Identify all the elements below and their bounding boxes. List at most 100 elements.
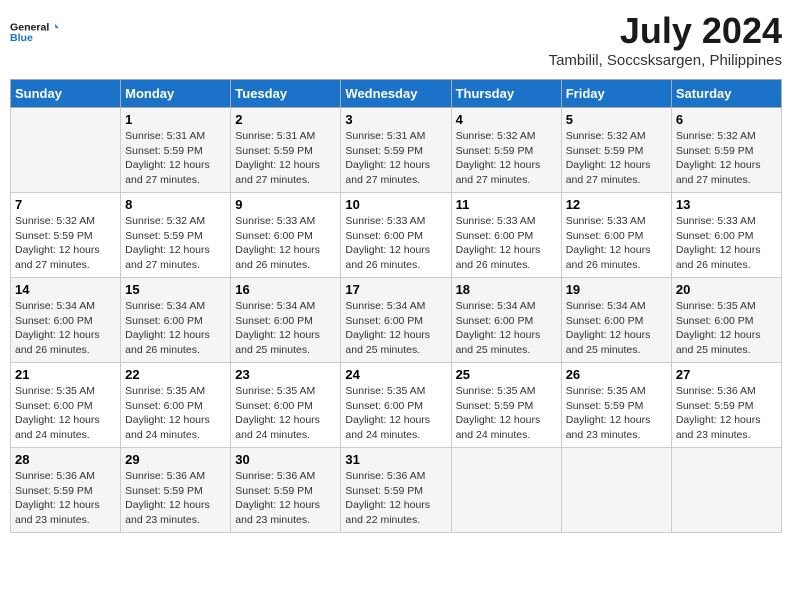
calendar-cell: 2 Sunrise: 5:31 AM Sunset: 5:59 PM Daylig…: [231, 108, 341, 193]
calendar-cell: 27 Sunrise: 5:36 AM Sunset: 5:59 PM Dayli…: [671, 363, 781, 448]
day-number: 14: [15, 282, 116, 297]
calendar-cell: 19 Sunrise: 5:34 AM Sunset: 6:00 PM Dayli…: [561, 278, 671, 363]
day-detail: Sunrise: 5:32 AM Sunset: 5:59 PM Dayligh…: [15, 214, 116, 273]
calendar-cell: [451, 448, 561, 533]
day-detail: Sunrise: 5:32 AM Sunset: 5:59 PM Dayligh…: [566, 129, 667, 188]
col-header-saturday: Saturday: [671, 80, 781, 108]
day-detail: Sunrise: 5:36 AM Sunset: 5:59 PM Dayligh…: [345, 469, 446, 528]
day-number: 20: [676, 282, 777, 297]
day-number: 10: [345, 197, 446, 212]
day-detail: Sunrise: 5:36 AM Sunset: 5:59 PM Dayligh…: [676, 384, 777, 443]
day-number: 2: [235, 112, 336, 127]
day-number: 26: [566, 367, 667, 382]
day-number: 16: [235, 282, 336, 297]
day-number: 13: [676, 197, 777, 212]
calendar-cell: 22 Sunrise: 5:35 AM Sunset: 6:00 PM Dayli…: [121, 363, 231, 448]
day-number: 9: [235, 197, 336, 212]
col-header-sunday: Sunday: [11, 80, 121, 108]
calendar-cell: 10 Sunrise: 5:33 AM Sunset: 6:00 PM Dayli…: [341, 193, 451, 278]
day-number: 21: [15, 367, 116, 382]
calendar-cell: 12Sunrise: 5:33 AM Sunset: 6:00 PM Dayli…: [561, 193, 671, 278]
day-detail: Sunrise: 5:33 AM Sunset: 6:00 PM Dayligh…: [676, 214, 777, 273]
day-number: 19: [566, 282, 667, 297]
calendar-cell: 23 Sunrise: 5:35 AM Sunset: 6:00 PM Dayli…: [231, 363, 341, 448]
calendar-cell: 18Sunrise: 5:34 AM Sunset: 6:00 PM Dayli…: [451, 278, 561, 363]
calendar-cell: [671, 448, 781, 533]
week-row-2: 7 Sunrise: 5:32 AM Sunset: 5:59 PM Daylig…: [11, 193, 782, 278]
day-number: 17: [345, 282, 446, 297]
title-block: July 2024 Tambilil, Soccsksargen, Philip…: [549, 10, 782, 69]
day-number: 31: [345, 452, 446, 467]
calendar-cell: [561, 448, 671, 533]
col-header-friday: Friday: [561, 80, 671, 108]
header-row: SundayMondayTuesdayWednesdayThursdayFrid…: [11, 80, 782, 108]
day-number: 24: [345, 367, 446, 382]
week-row-5: 28 Sunrise: 5:36 AM Sunset: 5:59 PM Dayli…: [11, 448, 782, 533]
calendar-cell: 8 Sunrise: 5:32 AM Sunset: 5:59 PM Daylig…: [121, 193, 231, 278]
calendar-cell: 21 Sunrise: 5:35 AM Sunset: 6:00 PM Dayli…: [11, 363, 121, 448]
day-number: 28: [15, 452, 116, 467]
day-number: 7: [15, 197, 116, 212]
calendar-cell: 25Sunrise: 5:35 AM Sunset: 5:59 PM Dayli…: [451, 363, 561, 448]
calendar-cell: [11, 108, 121, 193]
day-number: 8: [125, 197, 226, 212]
col-header-wednesday: Wednesday: [341, 80, 451, 108]
calendar-cell: 1 Sunrise: 5:31 AM Sunset: 5:59 PM Daylig…: [121, 108, 231, 193]
calendar-cell: 7 Sunrise: 5:32 AM Sunset: 5:59 PM Daylig…: [11, 193, 121, 278]
day-detail: Sunrise: 5:35 AM Sunset: 6:00 PM Dayligh…: [15, 384, 116, 443]
calendar-cell: 6Sunrise: 5:32 AM Sunset: 5:59 PM Daylig…: [671, 108, 781, 193]
calendar-cell: 29 Sunrise: 5:36 AM Sunset: 5:59 PM Dayli…: [121, 448, 231, 533]
day-number: 25: [456, 367, 557, 382]
calendar-cell: 9 Sunrise: 5:33 AM Sunset: 6:00 PM Daylig…: [231, 193, 341, 278]
day-detail: Sunrise: 5:34 AM Sunset: 6:00 PM Dayligh…: [345, 299, 446, 358]
day-number: 22: [125, 367, 226, 382]
week-row-1: 1 Sunrise: 5:31 AM Sunset: 5:59 PM Daylig…: [11, 108, 782, 193]
day-number: 1: [125, 112, 226, 127]
day-number: 3: [345, 112, 446, 127]
calendar-cell: 5Sunrise: 5:32 AM Sunset: 5:59 PM Daylig…: [561, 108, 671, 193]
day-detail: Sunrise: 5:33 AM Sunset: 6:00 PM Dayligh…: [566, 214, 667, 273]
calendar-cell: 14Sunrise: 5:34 AM Sunset: 6:00 PM Dayli…: [11, 278, 121, 363]
day-number: 30: [235, 452, 336, 467]
day-detail: Sunrise: 5:34 AM Sunset: 6:00 PM Dayligh…: [566, 299, 667, 358]
day-detail: Sunrise: 5:34 AM Sunset: 6:00 PM Dayligh…: [125, 299, 226, 358]
main-title: July 2024: [549, 10, 782, 52]
day-detail: Sunrise: 5:36 AM Sunset: 5:59 PM Dayligh…: [15, 469, 116, 528]
col-header-thursday: Thursday: [451, 80, 561, 108]
day-detail: Sunrise: 5:33 AM Sunset: 6:00 PM Dayligh…: [235, 214, 336, 273]
day-detail: Sunrise: 5:36 AM Sunset: 5:59 PM Dayligh…: [125, 469, 226, 528]
calendar-cell: 28 Sunrise: 5:36 AM Sunset: 5:59 PM Dayli…: [11, 448, 121, 533]
week-row-3: 14 Sunrise: 5:34 AM Sunset: 6:00 PM Dayli…: [11, 278, 782, 363]
day-number: 27: [676, 367, 777, 382]
calendar-cell: 24Sunrise: 5:35 AM Sunset: 6:00 PM Dayli…: [341, 363, 451, 448]
col-header-tuesday: Tuesday: [231, 80, 341, 108]
day-detail: Sunrise: 5:31 AM Sunset: 5:59 PM Dayligh…: [235, 129, 336, 188]
day-number: 15: [125, 282, 226, 297]
day-detail: Sunrise: 5:32 AM Sunset: 5:59 PM Dayligh…: [456, 129, 557, 188]
day-detail: Sunrise: 5:32 AM Sunset: 5:59 PM Dayligh…: [125, 214, 226, 273]
day-detail: Sunrise: 5:31 AM Sunset: 5:59 PM Dayligh…: [345, 129, 446, 188]
day-number: 4: [456, 112, 557, 127]
col-header-monday: Monday: [121, 80, 231, 108]
calendar-cell: 31 Sunrise: 5:36 AM Sunset: 5:59 PM Dayli…: [341, 448, 451, 533]
svg-text:Blue: Blue: [10, 32, 33, 44]
calendar-cell: 4 Sunrise: 5:32 AM Sunset: 5:59 PM Daylig…: [451, 108, 561, 193]
day-detail: Sunrise: 5:35 AM Sunset: 6:00 PM Dayligh…: [125, 384, 226, 443]
day-number: 29: [125, 452, 226, 467]
page-header: General Blue July 2024 Tambilil, Soccsks…: [10, 10, 782, 69]
day-detail: Sunrise: 5:35 AM Sunset: 5:59 PM Dayligh…: [566, 384, 667, 443]
calendar-cell: 30Sunrise: 5:36 AM Sunset: 5:59 PM Dayli…: [231, 448, 341, 533]
calendar-table: SundayMondayTuesdayWednesdayThursdayFrid…: [10, 79, 782, 533]
day-detail: Sunrise: 5:35 AM Sunset: 6:00 PM Dayligh…: [676, 299, 777, 358]
calendar-cell: 13 Sunrise: 5:33 AM Sunset: 6:00 PM Dayli…: [671, 193, 781, 278]
calendar-cell: 15 Sunrise: 5:34 AM Sunset: 6:00 PM Dayli…: [121, 278, 231, 363]
day-number: 23: [235, 367, 336, 382]
day-detail: Sunrise: 5:33 AM Sunset: 6:00 PM Dayligh…: [345, 214, 446, 273]
logo: General Blue: [10, 10, 58, 54]
calendar-cell: 20 Sunrise: 5:35 AM Sunset: 6:00 PM Dayli…: [671, 278, 781, 363]
day-number: 11: [456, 197, 557, 212]
calendar-cell: 3 Sunrise: 5:31 AM Sunset: 5:59 PM Daylig…: [341, 108, 451, 193]
day-number: 18: [456, 282, 557, 297]
day-detail: Sunrise: 5:31 AM Sunset: 5:59 PM Dayligh…: [125, 129, 226, 188]
day-detail: Sunrise: 5:35 AM Sunset: 6:00 PM Dayligh…: [235, 384, 336, 443]
